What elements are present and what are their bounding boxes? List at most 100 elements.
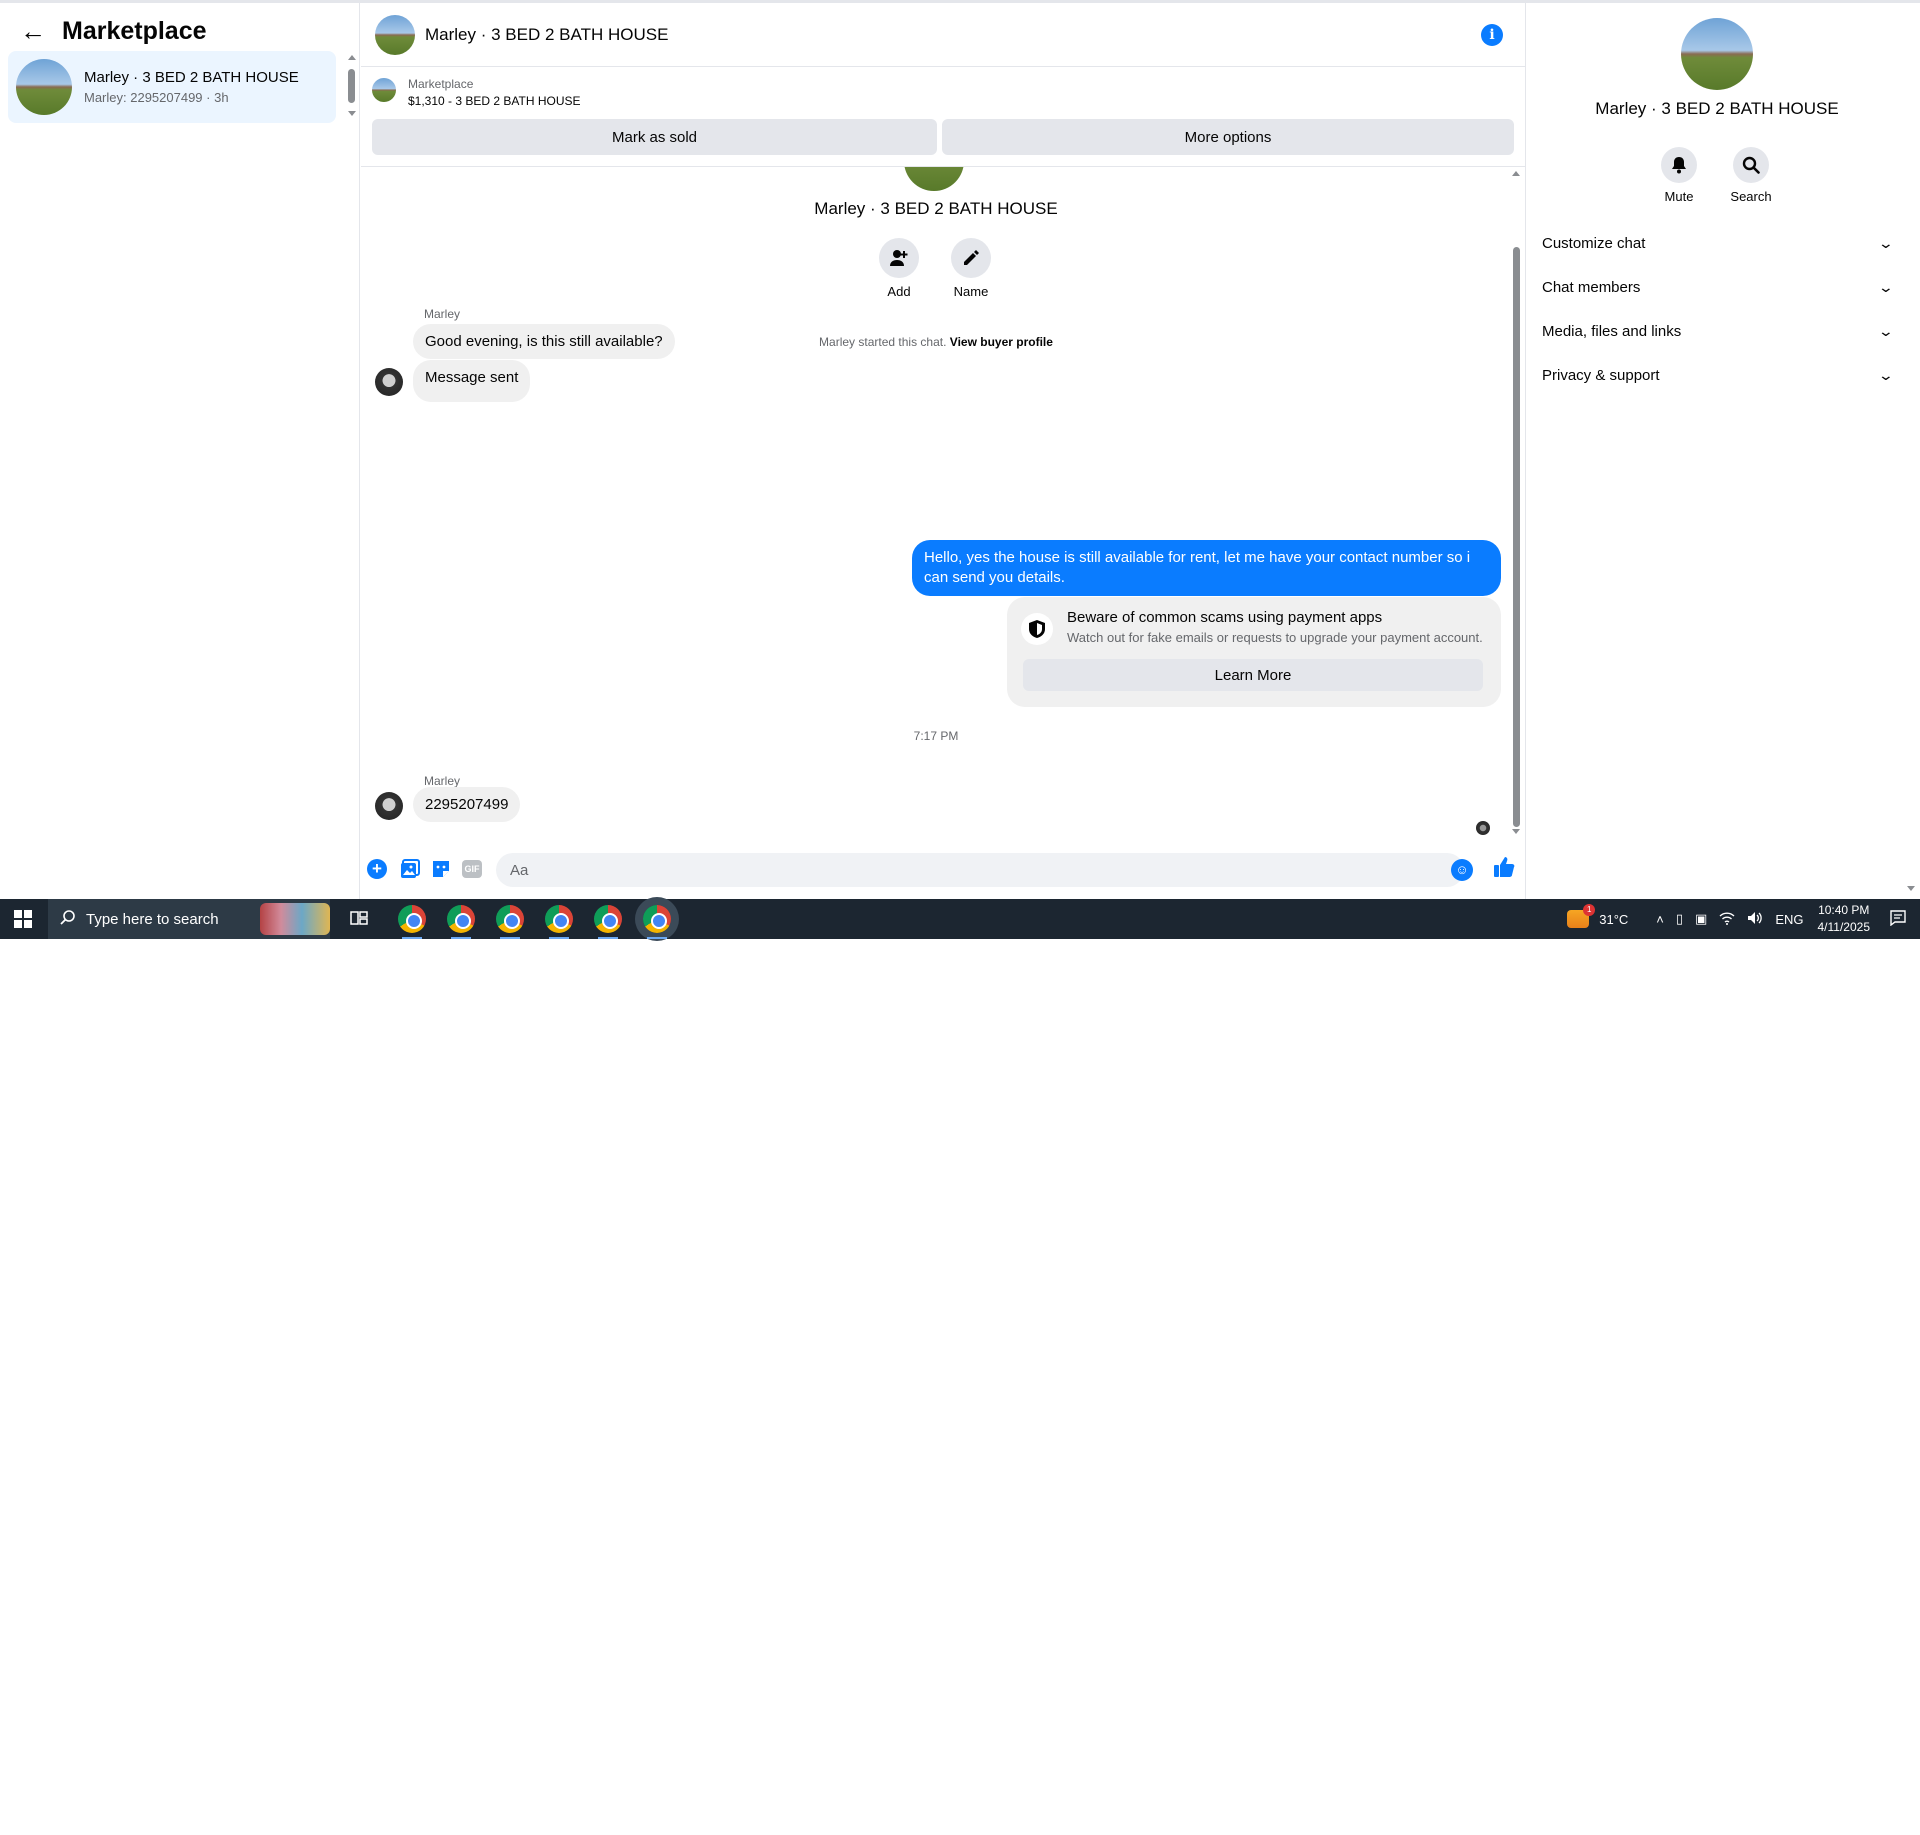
clock-time: 10:40 PM xyxy=(1818,903,1870,917)
mute-label: Mute xyxy=(1664,189,1694,204)
plus-icon[interactable]: + xyxy=(367,859,387,879)
mute-button[interactable]: Mute xyxy=(1659,147,1699,204)
search-label: Search xyxy=(1730,189,1772,204)
chevron-down-icon: ⌄ xyxy=(1877,234,1895,251)
chevron-down-icon: ⌄ xyxy=(1877,322,1895,339)
notification-icon[interactable] xyxy=(1890,909,1906,929)
chat-info-panel: Marley · 3 BED 2 BATH HOUSE Mute Search … xyxy=(1525,3,1920,899)
task-view-icon[interactable] xyxy=(350,909,368,932)
thread-scrollbar[interactable] xyxy=(1511,167,1521,839)
chat-members-section[interactable]: Chat members ⌄ xyxy=(1542,272,1895,302)
chrome-active-icon[interactable] xyxy=(643,905,671,939)
started-text: Marley started this chat. xyxy=(819,335,947,349)
clock-date: 4/11/2025 xyxy=(1817,920,1871,934)
conversation-list-panel: ← Marketplace Marley · 3 BED 2 BATH HOUS… xyxy=(0,3,360,899)
chevron-up-icon[interactable]: ˄ xyxy=(1656,912,1664,927)
listing-price-title[interactable]: $1,310 - 3 BED 2 BATH HOUSE xyxy=(408,94,581,108)
scam-warning-card: Beware of common scams using payment app… xyxy=(1007,597,1501,707)
chevron-down-icon: ⌄ xyxy=(1877,278,1895,295)
add-label: Add xyxy=(887,284,911,299)
edit-name-button[interactable]: Name xyxy=(951,238,991,299)
sender-avatar[interactable] xyxy=(375,792,403,820)
add-person-icon xyxy=(879,238,919,278)
panel-title: Marketplace xyxy=(62,17,207,45)
bell-icon xyxy=(1661,147,1697,183)
conversation-name: Marley · 3 BED 2 BATH HOUSE xyxy=(84,69,299,86)
scroll-thumb[interactable] xyxy=(348,69,355,103)
taskbar-search-placeholder: Type here to search xyxy=(86,910,219,928)
chat-header-avatar[interactable] xyxy=(375,14,415,55)
add-person-button[interactable]: Add xyxy=(879,238,919,299)
chrome-profile-icon[interactable] xyxy=(496,905,524,939)
listing-label: Marketplace xyxy=(408,77,474,91)
chrome-profile-icon[interactable] xyxy=(545,905,573,939)
scroll-up-icon[interactable] xyxy=(348,55,356,60)
conversation-text: Marley · 3 BED 2 BATH HOUSE Marley: 2295… xyxy=(84,69,299,105)
chevron-down-icon: ⌄ xyxy=(1877,366,1895,383)
scroll-down-icon[interactable] xyxy=(1512,829,1520,834)
scroll-down-icon[interactable] xyxy=(1907,886,1915,891)
search-icon xyxy=(60,909,76,930)
section-label: Privacy & support xyxy=(1542,366,1660,384)
view-buyer-profile-link[interactable]: View buyer profile xyxy=(950,335,1053,349)
clock[interactable]: 10:40 PM 4/11/2025 xyxy=(1818,902,1871,936)
customize-chat-section[interactable]: Customize chat ⌄ xyxy=(1542,228,1895,258)
listing-thumbnail[interactable] xyxy=(372,78,396,102)
gif-icon[interactable]: GIF xyxy=(462,860,482,878)
message-input[interactable] xyxy=(496,853,1464,887)
wifi-icon[interactable] xyxy=(1719,911,1735,928)
pencil-icon xyxy=(951,238,991,278)
scroll-thumb[interactable] xyxy=(1513,247,1520,827)
conversation-avatar xyxy=(16,59,72,115)
left-scrollbar[interactable] xyxy=(348,55,356,119)
system-tray: 1 31°C ˄ ▯ ▣ ENG 10:40 PM 4/11/2025 xyxy=(1567,899,1920,939)
thread-actions: Add Name xyxy=(879,238,991,299)
learn-more-button[interactable]: Learn More xyxy=(1023,659,1483,691)
search-button[interactable]: Search xyxy=(1730,147,1772,204)
thread-name: Marley · 3 BED 2 BATH HOUSE xyxy=(814,199,1058,218)
privacy-support-section[interactable]: Privacy & support ⌄ xyxy=(1542,360,1895,390)
thumbs-up-icon[interactable] xyxy=(1491,856,1517,877)
left-header: ← Marketplace xyxy=(20,17,207,46)
conversation-item[interactable]: Marley · 3 BED 2 BATH HOUSE Marley: 2295… xyxy=(8,51,336,123)
section-label: Chat members xyxy=(1542,278,1641,296)
info-avatar[interactable] xyxy=(1681,18,1753,90)
scroll-down-icon[interactable] xyxy=(348,111,356,116)
chrome-profile-icon[interactable] xyxy=(447,905,475,939)
info-icon[interactable]: i xyxy=(1481,24,1503,46)
language-indicator[interactable]: ENG xyxy=(1775,912,1803,927)
back-arrow-icon[interactable]: ← xyxy=(20,18,46,44)
photo-icon[interactable] xyxy=(400,859,420,879)
more-options-button[interactable]: More options xyxy=(942,119,1514,155)
search-highlight-image[interactable] xyxy=(260,903,330,935)
emoji-icon[interactable]: ☺ xyxy=(1451,859,1473,881)
incoming-message[interactable]: Good evening, is this still available? xyxy=(413,324,675,359)
mark-as-sold-button[interactable]: Mark as sold xyxy=(372,119,937,155)
message-timestamp: 7:17 PM xyxy=(913,729,959,743)
device-icon[interactable]: ▯ xyxy=(1676,911,1683,927)
outgoing-message[interactable]: Hello, yes the house is still available … xyxy=(912,540,1501,596)
info-name: Marley · 3 BED 2 BATH HOUSE xyxy=(1595,99,1839,118)
incoming-message[interactable]: Message sent xyxy=(413,360,531,402)
scam-warning-title: Beware of common scams using payment app… xyxy=(1067,609,1383,626)
weather-icon[interactable]: 1 xyxy=(1567,904,1596,928)
windows-start-icon[interactable] xyxy=(14,910,32,928)
scroll-up-icon[interactable] xyxy=(1512,171,1520,176)
message-sender: Marley xyxy=(424,774,461,788)
incoming-message[interactable]: 2295207499 xyxy=(413,787,521,822)
section-label: Media, files and links xyxy=(1542,322,1682,340)
marketplace-listing-bar: Marketplace $1,310 - 3 BED 2 BATH HOUSE … xyxy=(361,67,1525,167)
sender-avatar[interactable] xyxy=(375,368,403,396)
media-files-links-section[interactable]: Media, files and links ⌄ xyxy=(1542,316,1895,346)
meet-icon[interactable]: ▣ xyxy=(1695,911,1707,927)
sticker-icon[interactable] xyxy=(431,859,451,879)
chrome-profile-icon[interactable] xyxy=(594,905,622,939)
taskbar-scroll-arrows[interactable]: ▲ ▼ xyxy=(1527,1799,1536,1835)
weather-badge: 1 xyxy=(1583,904,1596,916)
chat-header-title[interactable]: Marley · 3 BED 2 BATH HOUSE xyxy=(425,25,668,45)
temperature[interactable]: 31°C xyxy=(1599,912,1628,927)
conversation-preview: Marley: 2295207499 · 3h xyxy=(84,90,229,105)
info-actions: Mute Search xyxy=(1659,147,1772,204)
chrome-profile-icon[interactable] xyxy=(398,905,426,939)
volume-icon[interactable] xyxy=(1747,911,1763,928)
